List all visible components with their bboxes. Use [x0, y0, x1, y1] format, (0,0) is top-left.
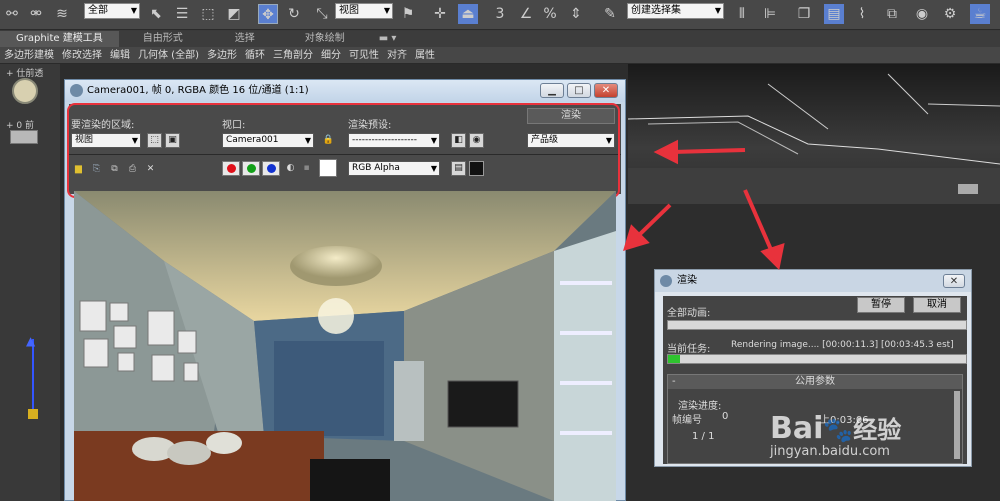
front-viewcube-icon[interactable]: [10, 130, 38, 144]
render-dialog-title[interactable]: 渲染: [655, 270, 971, 292]
ribbon-menu-icon[interactable]: ▬ ▾: [367, 31, 409, 47]
ribbon-panel-bar: 多边形建模 修改选择 编辑 几何体 (全部) 多边形 循环 三角剖分 细分 可见…: [0, 47, 1000, 64]
common-params-header[interactable]: - 公用参数: [668, 375, 962, 389]
render-progress-label: 渲染进度:: [678, 401, 722, 412]
axis-origin-icon: [28, 409, 38, 419]
task-progress-bar: [667, 354, 967, 364]
keyboard-shortcut-icon[interactable]: ⏏: [458, 4, 478, 24]
ribbon-item-polygon[interactable]: 多边形: [203, 47, 241, 64]
select-object-icon[interactable]: ⬉: [146, 4, 166, 24]
schematic-view-icon[interactable]: ⧉: [882, 4, 902, 24]
selection-filter-dropdown[interactable]: 全部 ▼: [84, 3, 140, 19]
snaps-toggle-icon[interactable]: 3: [490, 4, 510, 24]
close-button[interactable]: ✕: [594, 83, 618, 98]
render-dialog-logo-icon: [660, 275, 672, 287]
paw-icon: 🐾: [823, 416, 854, 444]
living-room-render: [74, 191, 616, 501]
curve-editor-icon[interactable]: ⌇: [852, 4, 872, 24]
z-axis-gizmo: [32, 339, 34, 409]
watermark-brand: Bai: [770, 411, 824, 446]
current-task-label: 当前任务:: [667, 344, 711, 355]
select-rotate-icon[interactable]: ↻: [284, 4, 304, 24]
app-logo-icon: [70, 84, 83, 97]
render-dialog-close-button[interactable]: ✕: [943, 274, 965, 288]
select-by-name-icon[interactable]: ☰: [172, 4, 192, 24]
ribbon-item-poly-modeling[interactable]: 多边形建模: [0, 47, 58, 64]
mirror-icon[interactable]: ⫴: [732, 4, 752, 24]
minimize-button[interactable]: ▁: [540, 83, 564, 98]
rendered-image: [74, 191, 616, 501]
render-teapot-icon[interactable]: ☕: [970, 4, 990, 24]
ribbon-item-visibility[interactable]: 可见性: [345, 47, 383, 64]
select-move-icon[interactable]: ✥: [258, 4, 278, 24]
total-animation-label: 全部动画:: [667, 308, 711, 319]
unlink-icon[interactable]: ⚮: [26, 4, 46, 24]
ribbon-item-properties[interactable]: 属性: [411, 47, 439, 64]
angle-snap-icon[interactable]: ∠: [516, 4, 536, 24]
page-count-value: 1 / 1: [692, 431, 715, 442]
baidu-watermark: Bai🐾经验 jingyan.baidu.com: [770, 410, 901, 459]
ribbon-tabs: Graphite 建模工具 自由形式 选择 对象绘制 ▬ ▾: [0, 31, 408, 47]
ribbon-item-tris[interactable]: 三角剖分: [269, 47, 317, 64]
layer-manager-icon[interactable]: ❐: [794, 4, 814, 24]
ribbon-item-geometry[interactable]: 几何体 (全部): [134, 47, 203, 64]
rollout-scrollbar[interactable]: [954, 391, 960, 459]
tab-freeform[interactable]: 自由形式: [119, 31, 207, 47]
cancel-button[interactable]: 取消: [913, 297, 961, 313]
current-task-text: Rendering image.... [00:00:11.3] [00:03:…: [731, 340, 954, 350]
ribbon-item-modify-selection[interactable]: 修改选择: [58, 47, 106, 64]
rollout-collapse-icon[interactable]: -: [672, 375, 676, 389]
main-toolbar: ⚯ ⚮ ≋ 全部 ▼ ⬉ ☰ ⬚ ◩ ✥ ↻ ⤡ 视图 ▼ ⚑ ✛ ⏏ 3 ∠ % …: [0, 0, 1000, 30]
left-viewport-column[interactable]: + 仕前透 + 0 前 ▲: [0, 64, 60, 501]
select-manipulate-icon[interactable]: ✛: [430, 4, 450, 24]
align-icon[interactable]: ⊫: [760, 4, 780, 24]
edit-named-selection-icon[interactable]: ✎: [600, 4, 620, 24]
scene-wireframe: [627, 73, 1000, 204]
select-scale-icon[interactable]: ⤡: [312, 4, 332, 24]
viewport-scene-geometry[interactable]: [627, 64, 1000, 204]
frame-number-label: 帧编号: [672, 415, 702, 426]
watermark-brand-2: 经验: [853, 416, 902, 444]
tab-selection[interactable]: 选择: [207, 31, 283, 47]
ribbon-item-edit[interactable]: 编辑: [106, 47, 134, 64]
material-editor-icon[interactable]: ◉: [912, 4, 932, 24]
highlight-box: [67, 103, 620, 198]
named-selection-dropdown[interactable]: 创建选择集 ▼: [627, 3, 724, 19]
tab-graphite[interactable]: Graphite 建模工具: [0, 31, 119, 47]
ribbon-item-align[interactable]: 对齐: [383, 47, 411, 64]
ribbon-item-loops[interactable]: 循环: [241, 47, 269, 64]
bind-spacewarp-icon[interactable]: ≋: [52, 4, 72, 24]
graphite-toggle-icon[interactable]: ▤: [824, 4, 844, 24]
spinner-snap-icon[interactable]: ⇕: [566, 4, 586, 24]
pause-button[interactable]: 暂停: [857, 297, 905, 313]
maximize-button[interactable]: □: [567, 83, 591, 98]
window-crossing-icon[interactable]: ◩: [224, 4, 244, 24]
percent-snap-icon[interactable]: %: [540, 4, 560, 24]
tab-object-paint[interactable]: 对象绘制: [283, 31, 367, 47]
total-progress-bar: [667, 320, 967, 330]
rect-selection-icon[interactable]: ⬚: [198, 4, 218, 24]
watermark-url: jingyan.baidu.com: [770, 444, 890, 459]
reference-coord-dropdown[interactable]: 视图 ▼: [335, 3, 393, 19]
z-axis-arrow-icon: ▲: [26, 334, 36, 348]
viewcube-icon[interactable]: [12, 78, 38, 104]
link-icon[interactable]: ⚯: [2, 4, 22, 24]
frame-number-value: 0: [722, 411, 729, 422]
pivot-center-icon[interactable]: ⚑: [398, 4, 418, 24]
task-progress-fill: [668, 355, 680, 363]
render-setup-icon[interactable]: ⚙: [940, 4, 960, 24]
ribbon-item-subdivision[interactable]: 细分: [317, 47, 345, 64]
